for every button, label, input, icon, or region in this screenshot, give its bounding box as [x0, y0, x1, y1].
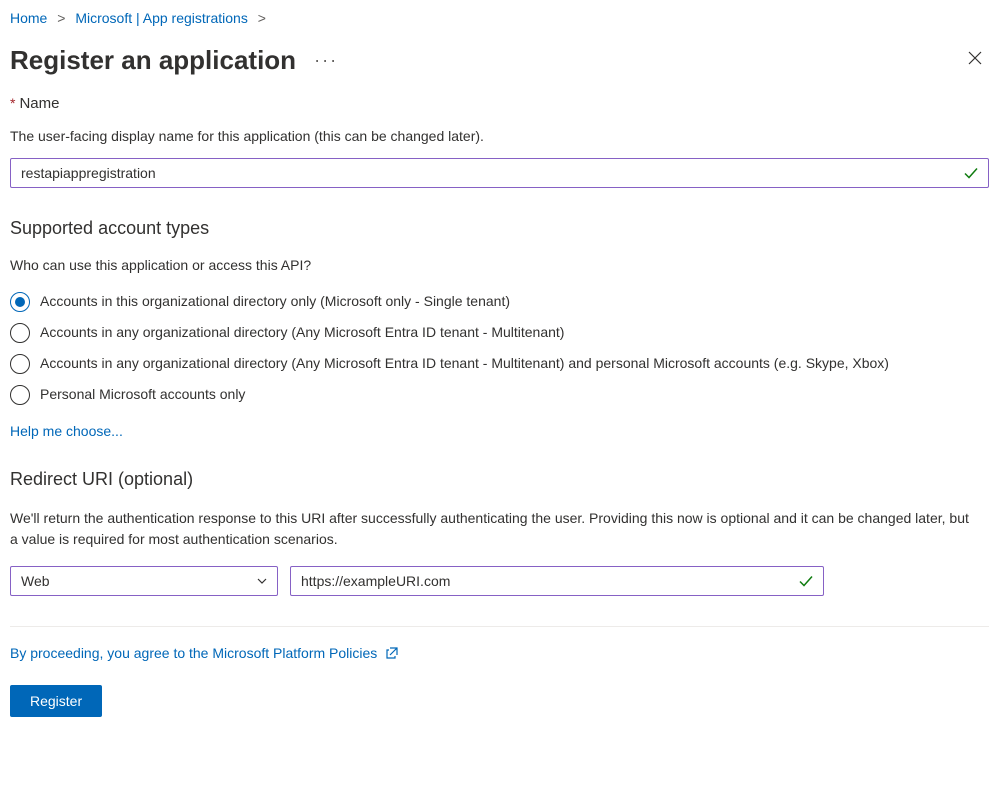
redirect-uri-input-wrap — [290, 566, 824, 596]
name-input-wrap — [10, 158, 989, 188]
radio-label: Accounts in any organizational directory… — [40, 322, 564, 342]
platform-select[interactable]: Web — [10, 566, 278, 596]
radio-icon — [10, 323, 30, 343]
breadcrumb-separator-icon: > — [258, 10, 266, 26]
platform-policies-link[interactable]: By proceeding, you agree to the Microsof… — [10, 645, 399, 663]
close-icon[interactable] — [961, 44, 989, 77]
radio-label: Accounts in any organizational directory… — [40, 353, 889, 373]
divider — [10, 626, 989, 627]
required-star-icon: * — [10, 95, 15, 111]
platform-select-wrap: Web — [10, 566, 278, 596]
external-link-icon — [385, 646, 399, 663]
breadcrumb-home[interactable]: Home — [10, 10, 47, 26]
name-label: Name — [19, 95, 59, 112]
radio-label: Accounts in this organizational director… — [40, 291, 510, 311]
policies-link-text: By proceeding, you agree to the Microsof… — [10, 645, 377, 661]
radio-icon — [10, 354, 30, 374]
breadcrumb: Home > Microsoft | App registrations > — [10, 10, 989, 26]
breadcrumb-app-registrations[interactable]: Microsoft | App registrations — [75, 10, 247, 26]
name-label-row: * Name — [10, 95, 989, 118]
radio-icon — [10, 292, 30, 312]
account-types-heading: Supported account types — [10, 218, 989, 239]
policies-text-row: By proceeding, you agree to the Microsof… — [10, 645, 989, 663]
checkmark-icon — [798, 573, 814, 589]
radio-option-personal-only[interactable]: Personal Microsoft accounts only — [10, 384, 989, 405]
redirect-uri-description: We'll return the authentication response… — [10, 508, 980, 550]
radio-label: Personal Microsoft accounts only — [40, 384, 245, 404]
radio-option-single-tenant[interactable]: Accounts in this organizational director… — [10, 291, 989, 312]
radio-option-multitenant[interactable]: Accounts in any organizational directory… — [10, 322, 989, 343]
redirect-uri-input[interactable] — [290, 566, 824, 596]
account-types-radio-group: Accounts in this organizational director… — [10, 291, 989, 405]
radio-icon — [10, 385, 30, 405]
checkmark-icon — [963, 165, 979, 181]
more-icon[interactable]: ··· — [314, 50, 338, 71]
title-row: Register an application ··· — [10, 44, 989, 77]
redirect-uri-row: Web — [10, 566, 989, 596]
redirect-uri-heading: Redirect URI (optional) — [10, 469, 989, 490]
help-me-choose-link[interactable]: Help me choose... — [10, 423, 123, 439]
name-helper-text: The user-facing display name for this ap… — [10, 128, 989, 144]
page-title: Register an application — [10, 45, 296, 76]
name-input[interactable] — [10, 158, 989, 188]
breadcrumb-separator-icon: > — [57, 10, 65, 26]
register-button[interactable]: Register — [10, 685, 102, 717]
radio-option-multitenant-personal[interactable]: Accounts in any organizational directory… — [10, 353, 989, 374]
account-types-question: Who can use this application or access t… — [10, 257, 989, 273]
